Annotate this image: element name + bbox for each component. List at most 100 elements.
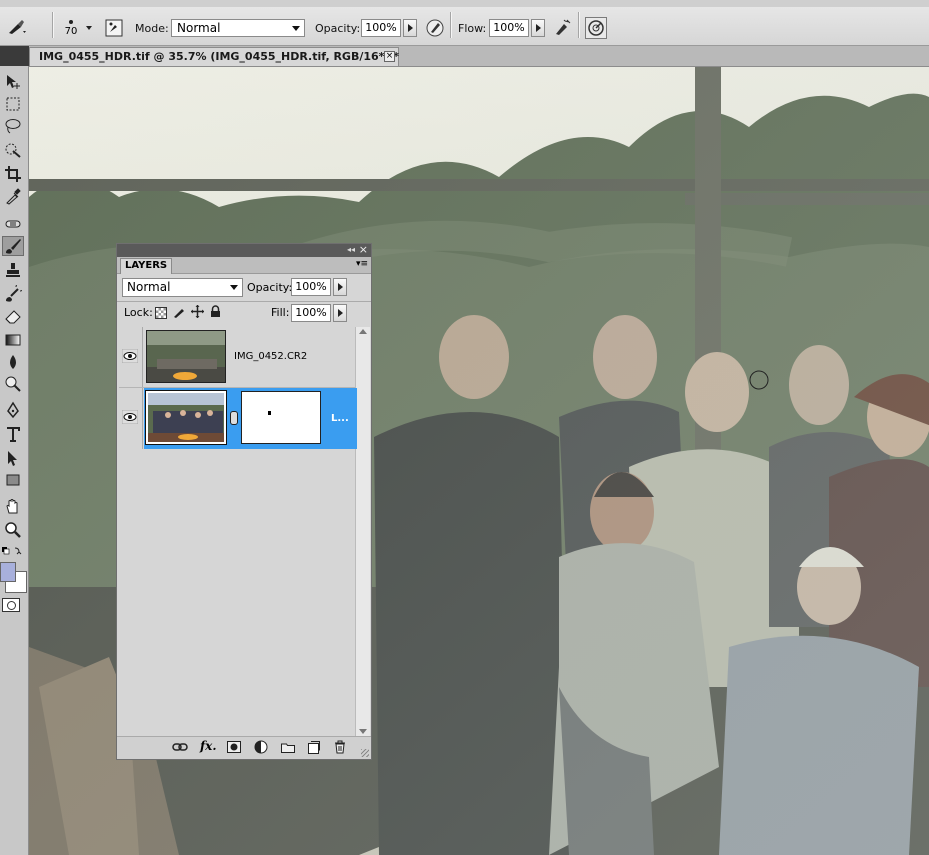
layer-thumbnail[interactable] <box>145 390 227 445</box>
pen-tool-icon[interactable] <box>2 400 24 420</box>
healing-brush-tool-icon[interactable] <box>2 214 24 234</box>
airbrush-icon <box>556 19 571 35</box>
close-document-icon[interactable]: × <box>384 51 395 62</box>
brush-panel-icon <box>105 19 123 37</box>
layer-list-scrollbar[interactable] <box>355 327 370 737</box>
clone-stamp-tool-icon[interactable] <box>2 260 24 280</box>
layer-opacity-input[interactable]: 100% <box>291 278 331 296</box>
lock-position-icon[interactable] <box>191 305 204 321</box>
brush-picker-arrow-icon[interactable] <box>86 26 92 30</box>
tools-panel <box>0 66 29 855</box>
brush-icon <box>9 20 26 34</box>
tool-preset-picker[interactable] <box>6 17 28 39</box>
layer-opacity-value: 100% <box>295 280 327 293</box>
quick-selection-tool-icon[interactable] <box>2 140 24 160</box>
mode-label: Mode: <box>135 22 169 35</box>
dodge-tool-icon[interactable] <box>2 374 24 394</box>
fill-slider-button[interactable] <box>333 304 347 322</box>
layer-name: IMG_0452.CR2 <box>234 351 308 362</box>
layer-name: L... <box>331 413 349 424</box>
opacity-input[interactable]: 100% <box>361 19 401 37</box>
layer-row-selected[interactable]: L... <box>119 388 357 449</box>
layer-opacity-slider-button[interactable] <box>333 278 347 296</box>
brush-tool-icon[interactable] <box>2 236 24 256</box>
toggle-brush-panel-button[interactable] <box>103 17 125 39</box>
fill-value: 100% <box>295 306 327 319</box>
layer-style-icon[interactable]: fx. <box>200 739 217 753</box>
fill-input[interactable]: 100% <box>291 304 331 322</box>
layer-mask-thumbnail[interactable] <box>241 391 321 444</box>
new-layer-icon[interactable] <box>308 741 320 757</box>
marquee-tool-icon[interactable] <box>2 94 24 114</box>
eyedropper-tool-icon[interactable] <box>2 186 24 206</box>
delete-layer-icon[interactable] <box>334 740 346 757</box>
airbrush-button[interactable] <box>551 17 573 39</box>
hand-tool-icon[interactable] <box>2 496 24 516</box>
foreground-color-swatch[interactable] <box>0 562 16 582</box>
scroll-down-icon[interactable] <box>359 729 367 734</box>
flow-label: Flow: <box>458 22 487 35</box>
flow-input[interactable]: 100% <box>489 19 529 37</box>
brush-size-value: 70 <box>64 25 78 37</box>
options-bar: 70 Mode: Normal Opacity: 100% Flow: 100% <box>0 0 929 46</box>
layer-row[interactable]: IMG_0452.CR2 <box>119 327 355 388</box>
layer-thumbnail[interactable] <box>146 330 226 383</box>
blend-mode-select[interactable]: Normal <box>122 278 243 297</box>
adjustment-layer-icon[interactable] <box>254 740 268 757</box>
mode-select[interactable]: Normal <box>171 19 305 37</box>
lock-transparency-icon[interactable] <box>155 307 167 319</box>
flow-value: 100% <box>493 21 525 34</box>
lock-image-icon[interactable] <box>173 305 186 321</box>
close-panel-icon[interactable]: × <box>359 243 368 256</box>
quick-mask-icon[interactable] <box>2 598 20 612</box>
pressure-size-icon <box>588 20 604 36</box>
type-tool-icon[interactable] <box>2 424 24 444</box>
flow-slider-button[interactable] <box>531 19 545 37</box>
fill-label: Fill: <box>271 306 290 319</box>
panel-menu-icon[interactable]: ▾≡ <box>356 259 368 269</box>
lock-label: Lock: <box>124 306 153 319</box>
blur-tool-icon[interactable] <box>2 352 24 372</box>
lock-all-icon[interactable] <box>210 305 221 321</box>
brush-preset-picker[interactable]: 70 <box>58 14 84 42</box>
eraser-tool-icon[interactable] <box>2 306 24 326</box>
layers-bottom-bar: fx. <box>117 736 371 759</box>
chevron-down-icon <box>292 26 300 31</box>
brush-tip-icon <box>69 19 73 24</box>
document-title: IMG_0455_HDR.tif @ 35.7% (IMG_0455_HDR.t… <box>39 50 400 63</box>
eye-icon[interactable] <box>121 409 139 425</box>
layer-list: IMG_0452.CR2 L... <box>118 327 370 737</box>
opacity-label: Opacity: <box>315 22 361 35</box>
gradient-tool-icon[interactable] <box>2 330 24 350</box>
path-selection-tool-icon[interactable] <box>2 448 24 468</box>
scroll-up-icon[interactable] <box>359 329 367 334</box>
link-layers-icon[interactable] <box>172 742 188 755</box>
resize-grip-icon[interactable] <box>361 749 369 757</box>
zoom-tool-icon[interactable] <box>2 520 24 540</box>
mask-link-icon[interactable] <box>230 411 238 425</box>
opacity-value: 100% <box>365 21 397 34</box>
lasso-tool-icon[interactable] <box>2 116 24 136</box>
menu-strip <box>0 0 929 7</box>
crop-tool-icon[interactable] <box>2 164 24 184</box>
document-tab[interactable]: IMG_0455_HDR.tif @ 35.7% (IMG_0455_HDR.t… <box>29 47 399 66</box>
opacity-slider-button[interactable] <box>403 19 417 37</box>
add-mask-icon[interactable] <box>227 741 241 756</box>
blend-mode-value: Normal <box>127 280 171 294</box>
chevron-down-icon <box>230 285 238 290</box>
layers-tab[interactable]: LAYERS <box>120 258 173 274</box>
move-tool-icon[interactable] <box>2 72 24 92</box>
collapse-panel-icon[interactable]: ◂◂ <box>347 245 355 254</box>
document-tab-bar: IMG_0455_HDR.tif @ 35.7% (IMG_0455_HDR.t… <box>29 46 929 67</box>
history-brush-tool-icon[interactable] <box>2 284 24 304</box>
layers-panel-header[interactable]: ◂◂ × <box>117 243 371 257</box>
default-colors-icon[interactable] <box>1 545 27 557</box>
layers-panel: ◂◂ × LAYERS ▾≡ Normal Opacity: 100% Lock… <box>116 243 372 760</box>
layer-opacity-label: Opacity: <box>247 281 293 294</box>
pressure-opacity-button[interactable] <box>424 17 446 39</box>
pressure-pen-icon <box>426 19 444 37</box>
new-group-icon[interactable] <box>281 742 295 756</box>
eye-icon[interactable] <box>121 348 139 364</box>
pressure-size-button[interactable] <box>585 17 607 39</box>
shape-tool-icon[interactable] <box>2 470 24 490</box>
